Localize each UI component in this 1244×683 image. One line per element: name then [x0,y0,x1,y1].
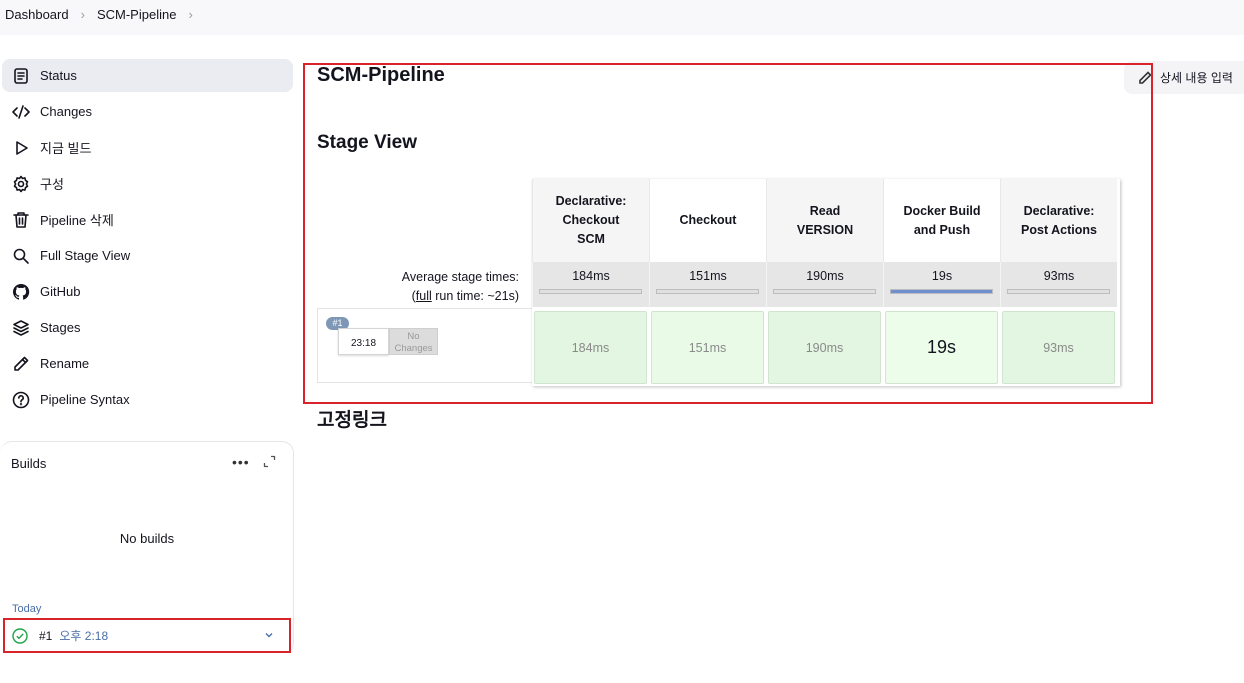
sidebar-item-label: Full Stage View [40,248,131,263]
breadcrumb-dashboard[interactable]: Dashboard [5,7,69,22]
breadcrumb: Dashboard › SCM-Pipeline › [5,7,205,22]
search-icon [11,246,30,265]
sidebar-item-label: 지금 빌드 [40,141,92,156]
sidebar-item-label: GitHub [40,284,81,299]
sidebar-item-label: Stages [40,320,81,335]
layers-icon [11,318,30,337]
code-icon [11,102,30,121]
sidebar-item-pipeline-syntax[interactable]: Pipeline Syntax [2,383,293,416]
sidebar-item-label: Pipeline Syntax [40,392,130,407]
sidebar-item-label: Status [40,68,77,83]
sidebar-item-label: Changes [40,104,93,119]
status-icon [11,66,30,85]
expand-icon[interactable] [263,455,276,468]
chevron-right-icon[interactable]: › [188,7,192,22]
builds-today-label: Today [12,603,42,615]
help-icon [11,390,30,409]
trash-icon [11,210,30,229]
sidebar-item-github[interactable]: GitHub [2,275,293,308]
build-time[interactable]: 오후 2:18 [59,627,108,644]
chevron-down-icon[interactable] [263,629,275,641]
builds-title: Builds [11,456,47,471]
sidebar-item-label: 구성 [40,177,64,192]
sidebar-item-label: Pipeline 삭제 [40,213,114,228]
sidebar-item-delete-pipeline[interactable]: Pipeline 삭제 [2,203,293,236]
builds-empty-message: No builds [119,531,175,546]
sidebar-item-rename[interactable]: Rename [2,347,293,380]
pencil-icon [11,354,30,373]
sidebar-item-changes[interactable]: Changes [2,95,293,128]
chevron-right-icon: › [80,7,85,22]
sidebar-item-label: Rename [40,356,90,371]
more-options-icon[interactable]: ••• [232,454,250,470]
sidebar-item-status[interactable]: Status [2,59,293,92]
sidebar-item-full-stage-view[interactable]: Full Stage View [2,239,293,272]
breadcrumb-bar: Dashboard › SCM-Pipeline › [0,0,1244,35]
play-icon [11,138,30,157]
stage-view-highlight [303,63,1153,404]
build-number[interactable]: #1 [39,629,52,643]
sidebar-item-build-now[interactable]: 지금 빌드 [2,131,293,164]
edit-description-label: 상세 내용 입력 [1160,71,1233,85]
gear-icon [11,174,30,193]
success-check-icon [12,627,28,644]
github-icon [11,282,30,301]
permalinks-title: 고정링크 [317,410,387,431]
sidebar-item-configure[interactable]: 구성 [2,167,293,200]
breadcrumb-scm-pipeline[interactable]: SCM-Pipeline [97,7,176,22]
build-row[interactable]: #1 오후 2:18 [3,618,291,653]
sidebar-item-stages[interactable]: Stages [2,311,293,344]
